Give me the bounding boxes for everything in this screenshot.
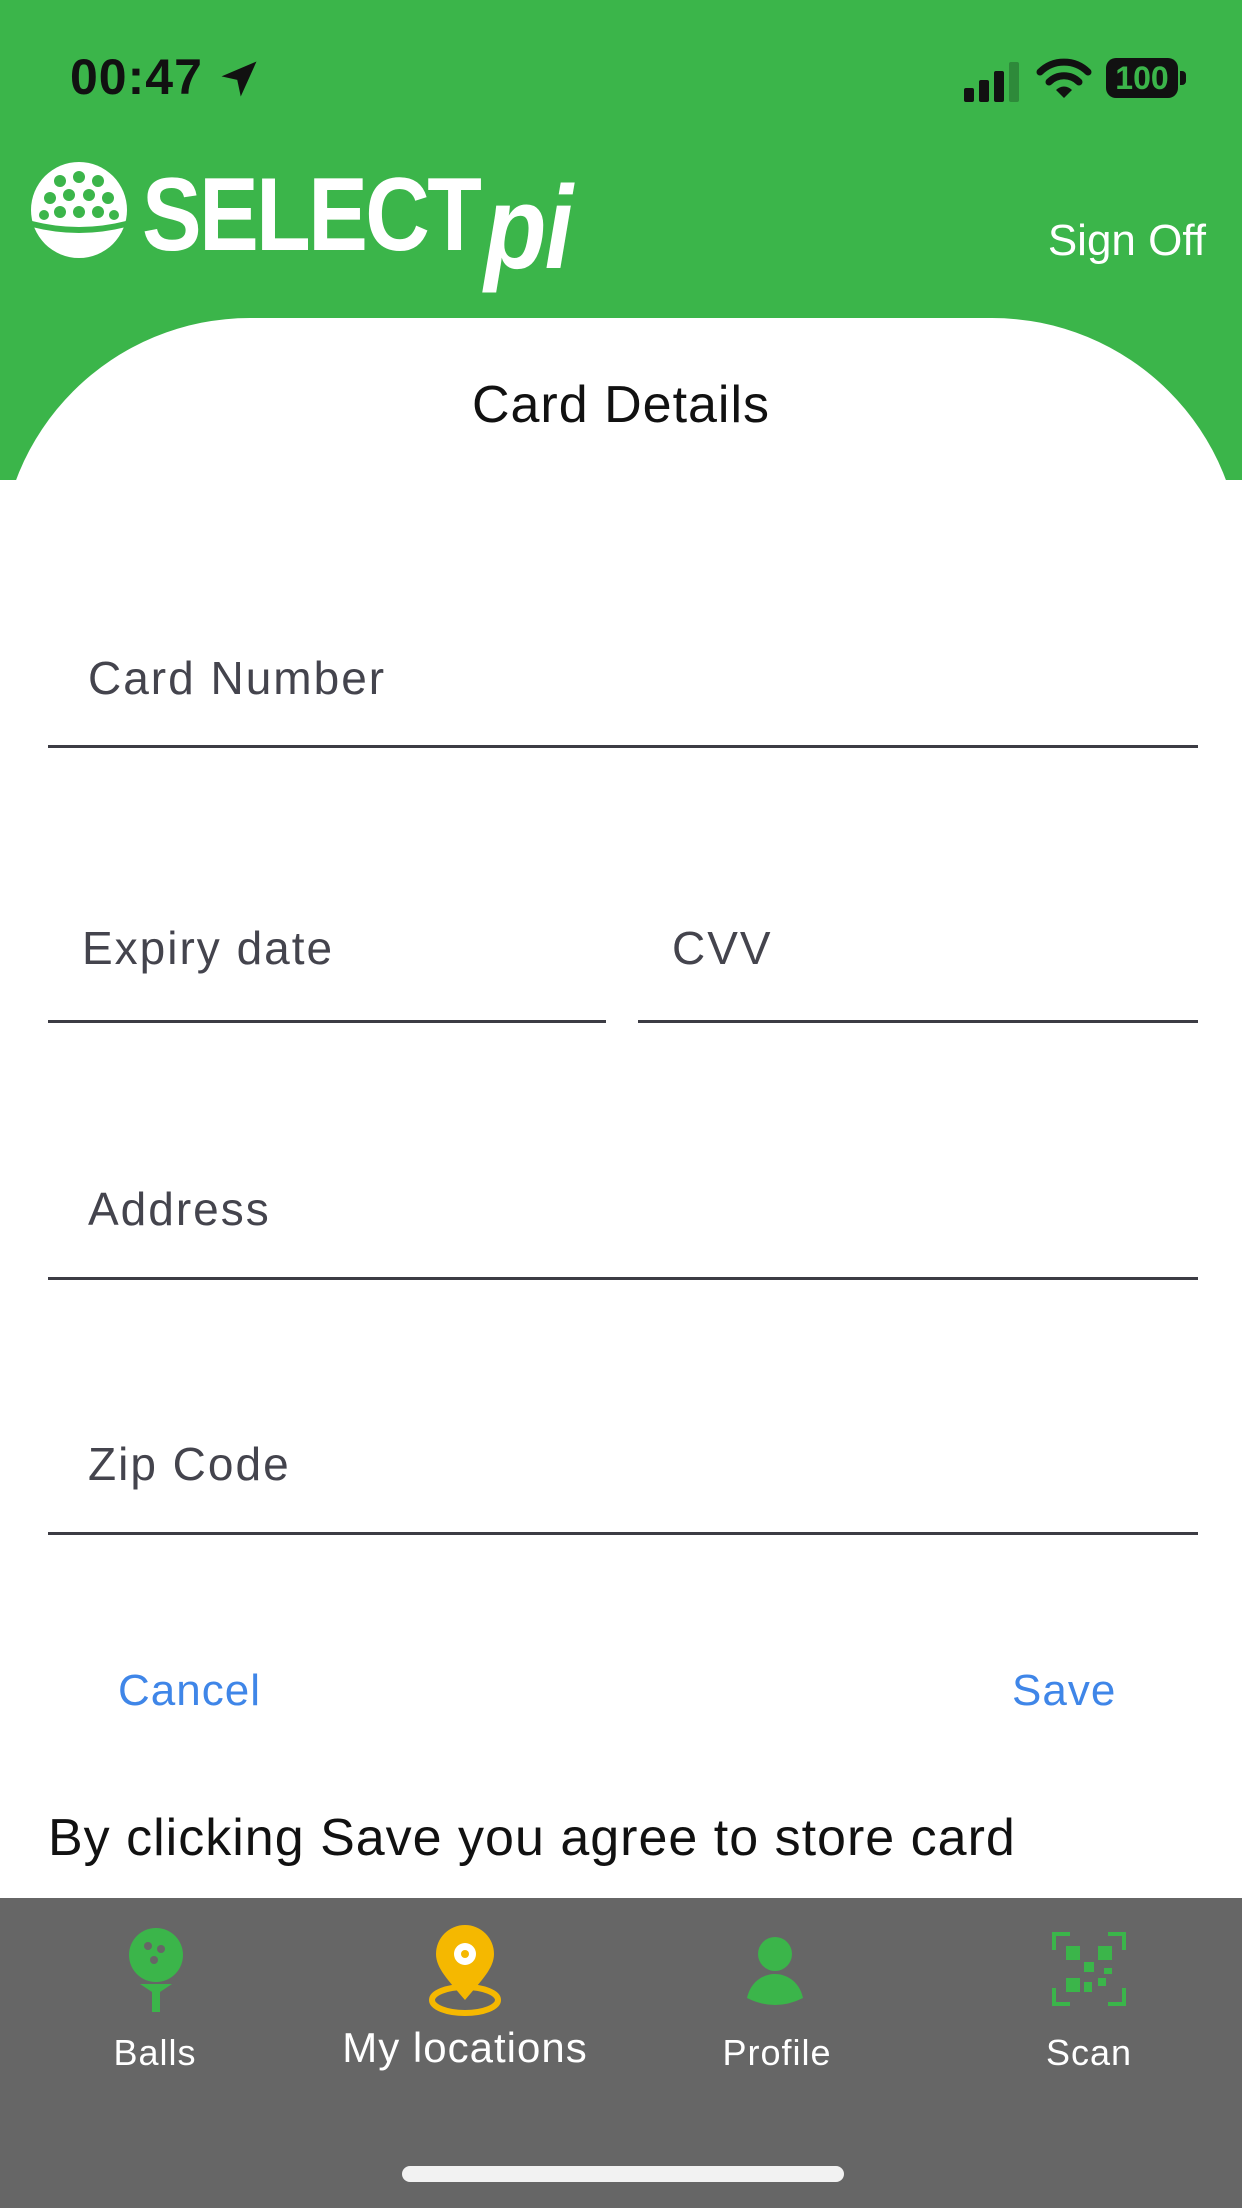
cvv-field (638, 875, 1198, 1023)
home-indicator (402, 2166, 844, 2182)
tab-balls[interactable]: Balls (0, 1898, 310, 2098)
save-button[interactable]: Save (1012, 1666, 1116, 1716)
expiry-date-input[interactable] (48, 875, 606, 1020)
address-field (48, 1140, 1198, 1280)
brand-wordmark: SELECTpi (142, 157, 573, 294)
zip-code-field (48, 1395, 1198, 1535)
tab-profile[interactable]: Profile (622, 1898, 932, 2098)
person-icon (747, 1937, 803, 2005)
battery-icon: 100 (1106, 58, 1186, 98)
location-arrow-icon (221, 61, 257, 97)
card-details-panel (0, 318, 1242, 1898)
location-pin-icon (429, 1925, 501, 2016)
tab-my-locations-label: My locations (342, 2024, 588, 2071)
tab-my-locations[interactable]: My locations (310, 1898, 620, 2098)
tab-scan[interactable]: Scan (934, 1898, 1242, 2098)
golf-ball-logo-icon (31, 162, 127, 258)
cancel-button[interactable]: Cancel (118, 1666, 261, 1716)
wifi-icon (1036, 58, 1092, 98)
tab-profile-label: Profile (722, 2032, 832, 2073)
address-input[interactable] (48, 1140, 1198, 1277)
golf-ball-tee-icon (129, 1928, 183, 2012)
cvv-input[interactable] (638, 875, 1198, 1020)
card-number-field (48, 610, 1198, 748)
cellular-signal-icon (964, 62, 1019, 102)
battery-level: 100 (1106, 58, 1178, 98)
qr-scan-icon (1052, 1932, 1126, 2006)
brand-logo: SELECTpi (30, 155, 573, 295)
zip-code-input[interactable] (48, 1395, 1198, 1532)
sign-off-button[interactable]: Sign Off (1048, 216, 1206, 266)
bottom-tab-bar: Balls My locations Profile Scan (0, 1898, 1242, 2208)
consent-text: By clicking Save you agree to store card (48, 1809, 1016, 1867)
expiry-date-field (48, 875, 606, 1023)
page-title: Card Details (471, 376, 771, 434)
card-number-input[interactable] (48, 610, 1198, 745)
tab-balls-label: Balls (113, 2032, 197, 2073)
status-time: 00:47 (70, 49, 203, 105)
tab-scan-label: Scan (1045, 2032, 1133, 2073)
